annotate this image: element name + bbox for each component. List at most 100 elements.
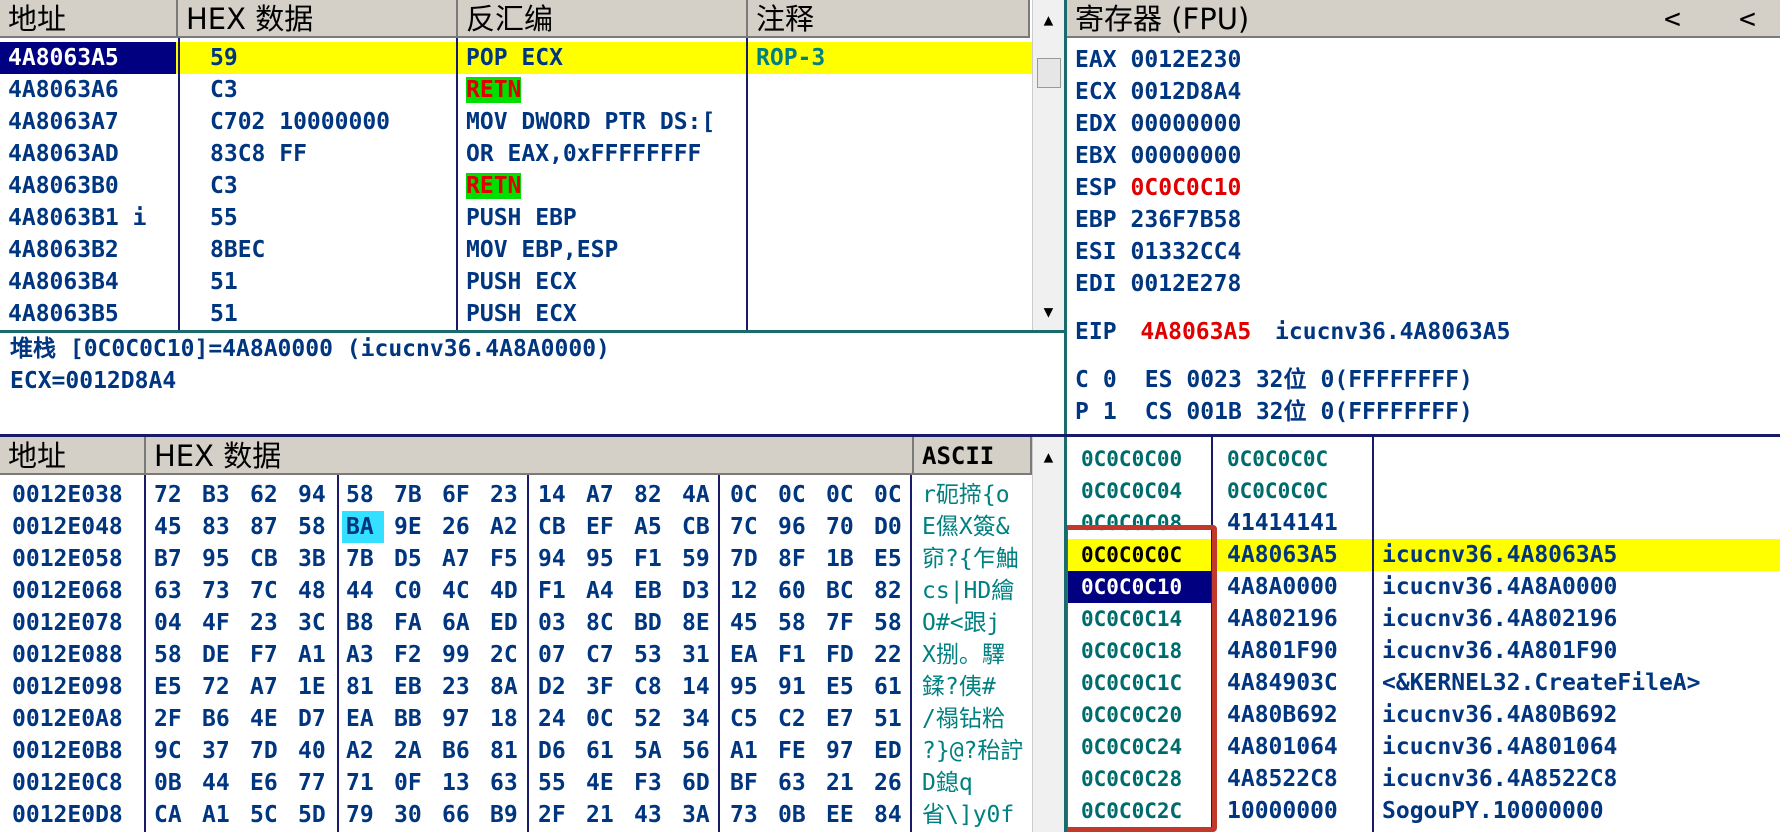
dump-byte[interactable]: 63 <box>774 767 816 799</box>
stack-row[interactable]: 0C0C0C18 4A801F90 icucnv36.4A801F90 <box>1067 635 1780 667</box>
dump-row[interactable]: 0012E048 45 83 87 58 BA 9E 26 A2 CB EF A5 CB 7C 96 70 D0… <box>0 511 1032 543</box>
register-row[interactable]: ECX 0012D8A4 <box>1067 76 1241 108</box>
dump-byte[interactable]: A7 <box>438 543 480 575</box>
dump-byte[interactable]: B3 <box>198 479 240 511</box>
dump-byte[interactable]: EE <box>822 799 864 831</box>
dump-byte[interactable]: CB <box>678 511 720 543</box>
dump-byte[interactable]: ED <box>870 735 912 767</box>
dump-byte[interactable]: 31 <box>678 639 720 671</box>
disasm-row[interactable]: 4A8063AD 83C8 FF OR EAX,0xFFFFFFFF <box>0 138 1032 170</box>
dump-byte[interactable]: E7 <box>822 703 864 735</box>
stack-row[interactable]: 0C0C0C10 4A8A0000 icucnv36.4A8A0000 <box>1067 571 1780 603</box>
dump-byte[interactable]: 40 <box>294 735 336 767</box>
dump-byte[interactable]: D0 <box>870 511 912 543</box>
dump-byte[interactable]: A1 <box>198 799 240 831</box>
dump-byte[interactable]: F3 <box>630 767 672 799</box>
dump-byte[interactable]: 5A <box>630 735 672 767</box>
dump-byte[interactable]: 1B <box>822 543 864 575</box>
register-row[interactable]: EBP 236F7B58 <box>1067 204 1241 236</box>
dump-byte[interactable]: 91 <box>774 671 816 703</box>
dump-byte[interactable]: F1 <box>534 575 576 607</box>
dump-byte[interactable]: 34 <box>678 703 720 735</box>
dump-byte[interactable]: 9C <box>150 735 192 767</box>
dump-byte[interactable]: 9E <box>390 511 432 543</box>
dump-byte[interactable]: 1E <box>294 671 336 703</box>
stack-row[interactable]: 0C0C0C0C 4A8063A5 icucnv36.4A8063A5 <box>1067 539 1780 571</box>
dump-byte[interactable]: EB <box>390 671 432 703</box>
dump-byte[interactable]: 55 <box>534 767 576 799</box>
dump-byte[interactable]: 8E <box>678 607 720 639</box>
stack-row[interactable]: 0C0C0C1C 4A84903C <&KERNEL32.CreateFileA> <box>1067 667 1780 699</box>
dump-byte[interactable]: 83 <box>198 511 240 543</box>
dump-byte[interactable]: 0B <box>150 767 192 799</box>
stack-row[interactable]: 0C0C0C28 4A8522C8 icucnv36.4A8522C8 <box>1067 763 1780 795</box>
dump-byte[interactable]: FA <box>390 607 432 639</box>
dump-byte[interactable]: 0C <box>582 703 624 735</box>
dump-byte[interactable]: C8 <box>630 671 672 703</box>
disasm-row[interactable]: 4A8063A5 59 POP ECX ROP-3 <box>0 42 1032 74</box>
dump-byte[interactable]: 6D <box>678 767 720 799</box>
dump-byte[interactable]: A7 <box>582 479 624 511</box>
dump-byte[interactable]: 2A <box>390 735 432 767</box>
dump-byte[interactable]: 2F <box>534 799 576 831</box>
dump-byte[interactable]: 96 <box>774 511 816 543</box>
dump-row[interactable]: 0012E038 72 B3 62 94 58 7B 6F 23 14 A7 82 4A 0C 0C 0C 0C… <box>0 479 1032 511</box>
disasm-row[interactable]: 4A8063B1 i 55 PUSH EBP <box>0 202 1032 234</box>
dump-byte[interactable]: D2 <box>534 671 576 703</box>
stack-row[interactable]: 0C0C0C00 0C0C0C0C <box>1067 443 1780 475</box>
dump-byte[interactable]: D3 <box>678 575 720 607</box>
dump-byte[interactable]: 2F <box>150 703 192 735</box>
dump-byte[interactable]: E5 <box>150 671 192 703</box>
dump-byte[interactable]: 61 <box>870 671 912 703</box>
dump-byte[interactable]: 4E <box>246 703 288 735</box>
dump-byte[interactable]: F5 <box>486 543 528 575</box>
dump-byte[interactable]: 6A <box>438 607 480 639</box>
stack-row[interactable]: 0C0C0C20 4A80B692 icucnv36.4A80B692 <box>1067 699 1780 731</box>
stack-row[interactable]: 0C0C0C2C 10000000 SogouPY.10000000 <box>1067 795 1780 827</box>
register-row[interactable]: ESP 0C0C0C10 <box>1067 172 1241 204</box>
scroll-up-icon[interactable]: ▲ <box>1033 445 1064 469</box>
dump-byte[interactable]: 03 <box>534 607 576 639</box>
registers-pane[interactable]: 寄存器 (FPU) < < EAX 0012E230 ECX 0012D8A4 EDX 0… <box>1067 0 1780 434</box>
dump-byte[interactable]: A1 <box>726 735 768 767</box>
stack-row[interactable]: 0C0C0C24 4A801064 icucnv36.4A801064 <box>1067 731 1780 763</box>
disasm-row[interactable]: 4A8063B4 51 PUSH ECX <box>0 266 1032 298</box>
dump-byte[interactable]: BC <box>822 575 864 607</box>
dump-byte[interactable]: BB <box>390 703 432 735</box>
dump-byte[interactable]: D7 <box>294 703 336 735</box>
dump-row[interactable]: 0012E098 E5 72 A7 1E 81 EB 23 8A D2 3F C8 14 95 91 E5 61… <box>0 671 1032 703</box>
dump-row[interactable]: 0012E0D8 CA A1 5C 5D 79 30 66 B9 2F 21 43 3A 73 0B EE 84… <box>0 799 1032 831</box>
disasm-scrollbar[interactable]: ▲ ▼ <box>1032 0 1064 330</box>
dump-byte[interactable]: 84 <box>870 799 912 831</box>
dump-byte[interactable]: 2C <box>486 639 528 671</box>
dump-byte[interactable]: 45 <box>726 607 768 639</box>
dump-byte[interactable]: 04 <box>150 607 192 639</box>
dump-byte[interactable]: F2 <box>390 639 432 671</box>
dump-byte[interactable]: A5 <box>630 511 672 543</box>
dump-byte[interactable]: F1 <box>774 639 816 671</box>
dump-byte[interactable]: 18 <box>486 703 528 735</box>
dump-byte[interactable]: 0C <box>822 479 864 511</box>
dump-byte[interactable]: 72 <box>150 479 192 511</box>
dump-byte[interactable]: 23 <box>438 671 480 703</box>
registers-nav-right[interactable]: < <box>1739 0 1756 38</box>
dump-byte[interactable]: 0B <box>774 799 816 831</box>
dump-byte[interactable]: EB <box>630 575 672 607</box>
dump-byte[interactable]: 21 <box>822 767 864 799</box>
dump-byte[interactable]: 4F <box>198 607 240 639</box>
dump-byte[interactable]: A3 <box>342 639 384 671</box>
dump-byte[interactable]: E5 <box>870 543 912 575</box>
dump-byte[interactable]: 24 <box>534 703 576 735</box>
stack-row[interactable]: 0C0C0C08 41414141 <box>1067 507 1780 539</box>
dump-byte[interactable]: 21 <box>582 799 624 831</box>
dump-scrollbar[interactable]: ▲ <box>1032 437 1064 832</box>
dump-byte[interactable]: 26 <box>438 511 480 543</box>
dump-byte[interactable]: 0C <box>726 479 768 511</box>
dump-byte[interactable]: 45 <box>150 511 192 543</box>
scroll-down-icon[interactable]: ▼ <box>1033 300 1064 324</box>
dump-byte[interactable]: EA <box>726 639 768 671</box>
dump-byte[interactable]: 97 <box>822 735 864 767</box>
register-row[interactable]: EAX 0012E230 <box>1067 44 1241 76</box>
dump-byte[interactable]: 26 <box>870 767 912 799</box>
register-row[interactable]: EDI 0012E278 <box>1067 268 1241 300</box>
